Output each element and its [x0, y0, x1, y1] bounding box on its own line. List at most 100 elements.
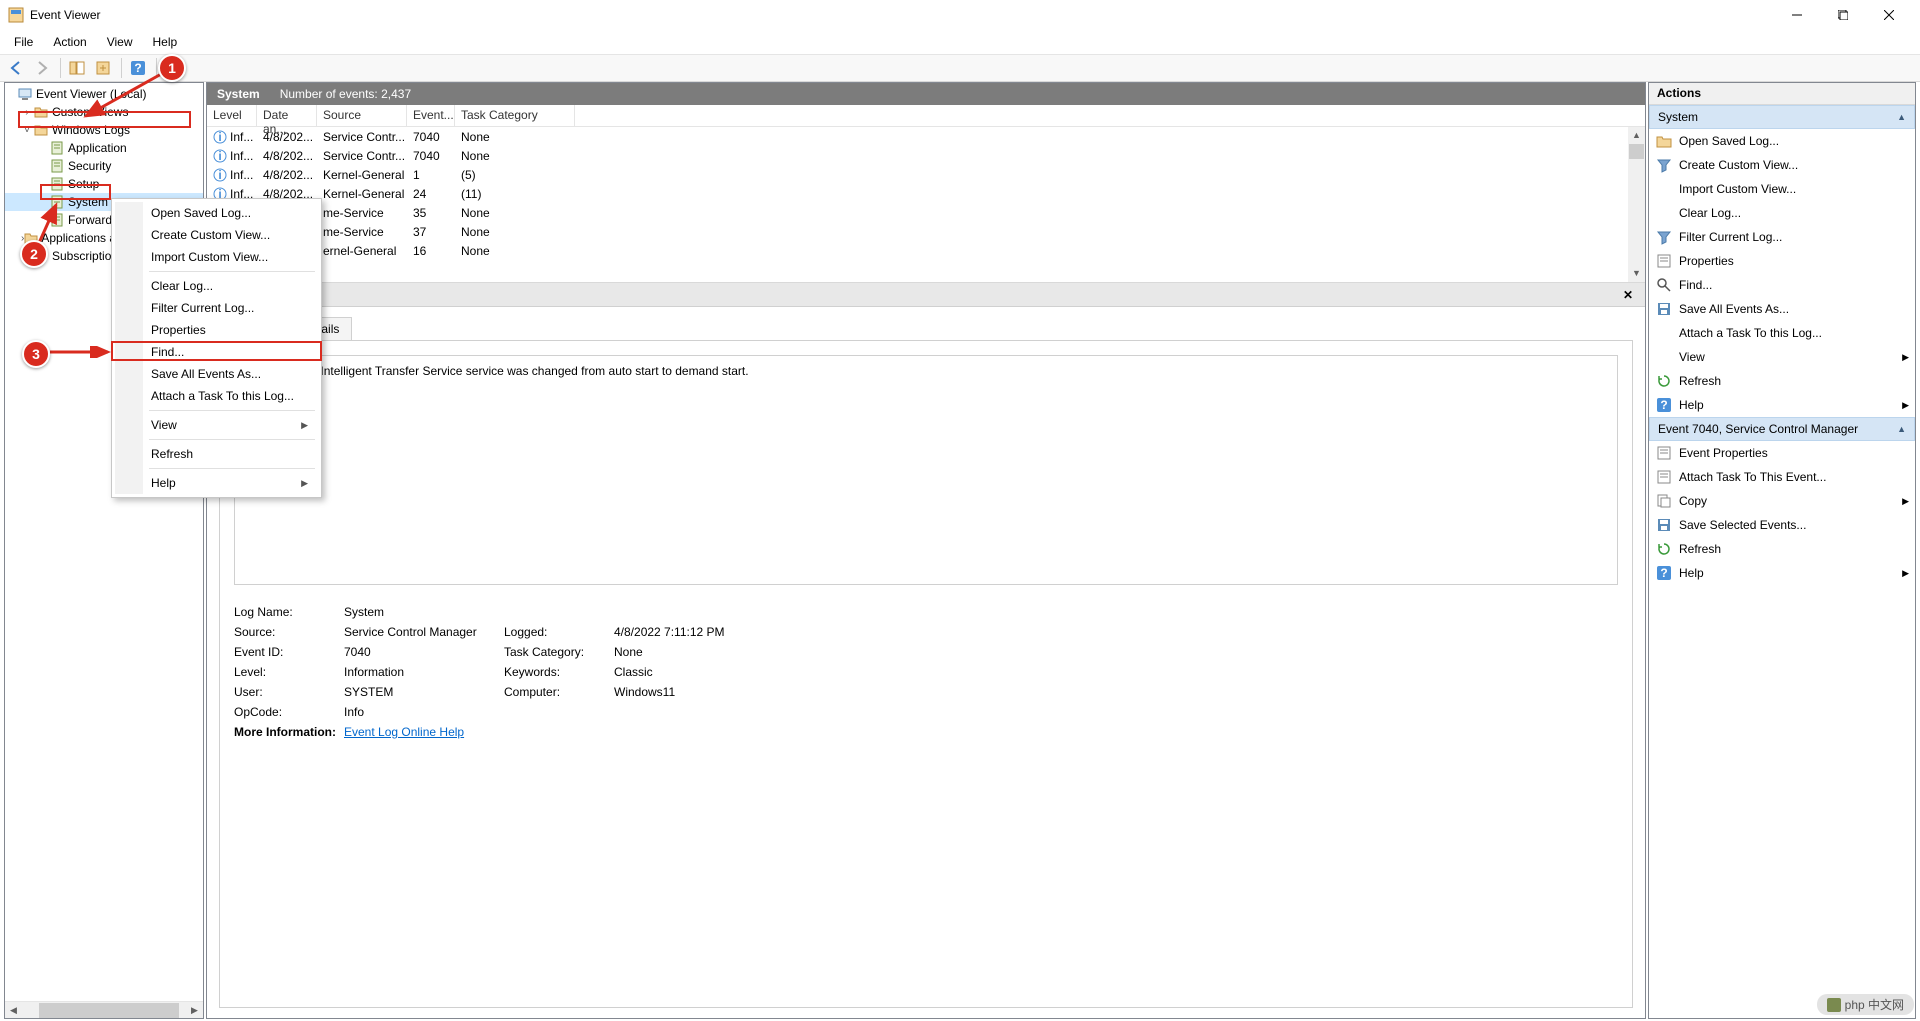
link-online-help[interactable]: Event Log Online Help	[344, 725, 464, 739]
blank-icon	[1655, 204, 1673, 222]
tree-node-icon	[49, 194, 65, 210]
menu-item-save-all-events-as[interactable]: Save All Events As...	[115, 363, 318, 385]
cell-source: Service Contr...	[317, 149, 407, 163]
action-label: Help	[1679, 566, 1704, 580]
action-label: Event Properties	[1679, 446, 1768, 460]
tree-label: Setup	[68, 177, 99, 191]
menu-item-filter-current-log[interactable]: Filter Current Log...	[115, 297, 318, 319]
forward-button[interactable]	[30, 56, 54, 80]
expand-icon[interactable]: ›	[21, 107, 33, 118]
action-help[interactable]: ?Help▶	[1649, 561, 1915, 585]
actions-section-system[interactable]: System ▲	[1649, 105, 1915, 129]
cell-date: 4/8/202...	[257, 130, 317, 144]
action-copy[interactable]: Copy▶	[1649, 489, 1915, 513]
menu-item-properties[interactable]: Properties	[115, 319, 318, 341]
export-button[interactable]	[91, 56, 115, 80]
tree-root[interactable]: Event Viewer (Local)	[5, 85, 203, 103]
event-row[interactable]: iInf...4/8/202...Service Contr...7040Non…	[207, 127, 1645, 146]
info-icon: i	[213, 149, 227, 163]
cell-event-id: 1	[407, 168, 455, 182]
tree-label: Windows Logs	[52, 123, 130, 137]
menu-action[interactable]: Action	[43, 32, 96, 52]
event-row[interactable]: iInf...4/8/202...me-Service37None	[207, 222, 1645, 241]
menu-item-refresh[interactable]: Refresh	[115, 443, 318, 465]
action-find[interactable]: Find...	[1649, 273, 1915, 297]
menu-label: Properties	[151, 323, 206, 337]
menu-item-import-custom-view[interactable]: Import Custom View...	[115, 246, 318, 268]
menu-item-create-custom-view[interactable]: Create Custom View...	[115, 224, 318, 246]
action-clear-log[interactable]: Clear Log...	[1649, 201, 1915, 225]
menu-view[interactable]: View	[97, 32, 143, 52]
svg-text:?: ?	[1660, 398, 1667, 412]
action-refresh[interactable]: Refresh	[1649, 369, 1915, 393]
action-attach-task-to-this-event[interactable]: Attach Task To This Event...	[1649, 465, 1915, 489]
vertical-scrollbar[interactable]: ▲▼	[1628, 127, 1645, 282]
action-import-custom-view[interactable]: Import Custom View...	[1649, 177, 1915, 201]
tree-item-custom-views[interactable]: ›Custom Views	[5, 103, 203, 121]
col-task[interactable]: Task Category	[455, 105, 575, 126]
value-event-id: 7040	[344, 645, 504, 659]
menu-item-view[interactable]: View▶	[115, 414, 318, 436]
menu-item-attach-a-task-to-this-log[interactable]: Attach a Task To this Log...	[115, 385, 318, 407]
close-button[interactable]	[1866, 0, 1912, 30]
value-keywords: Classic	[614, 665, 814, 679]
tree-item-setup[interactable]: Setup	[5, 175, 203, 193]
tree-item-security[interactable]: Security	[5, 157, 203, 175]
cell-source: Service Contr...	[317, 130, 407, 144]
cell-task: None	[455, 130, 575, 144]
label-level: Level:	[234, 665, 344, 679]
expand-icon[interactable]: ˅	[21, 125, 33, 136]
minimize-button[interactable]	[1774, 0, 1820, 30]
toolbar-separator	[156, 58, 157, 78]
event-row[interactable]: iInf...4/8/202...ernel-General16None	[207, 241, 1645, 260]
tree-node-icon	[49, 140, 65, 156]
menu-item-clear-log[interactable]: Clear Log...	[115, 275, 318, 297]
cell-task: (11)	[455, 187, 575, 201]
menu-help[interactable]: Help	[143, 32, 188, 52]
close-detail-button[interactable]: ✕	[1619, 288, 1637, 302]
action-create-custom-view[interactable]: Create Custom View...	[1649, 153, 1915, 177]
maximize-button[interactable]	[1820, 0, 1866, 30]
back-button[interactable]	[4, 56, 28, 80]
action-view[interactable]: View▶	[1649, 345, 1915, 369]
action-event-properties[interactable]: Event Properties	[1649, 441, 1915, 465]
log-name: System	[217, 87, 260, 101]
value-level: Information	[344, 665, 504, 679]
col-event[interactable]: Event...	[407, 105, 455, 126]
tree-item-application[interactable]: Application	[5, 139, 203, 157]
cell-task: None	[455, 225, 575, 239]
col-date[interactable]: Date an...	[257, 105, 317, 126]
help-button[interactable]: ?	[126, 56, 150, 80]
menu-label: Help	[151, 476, 176, 490]
action-refresh[interactable]: Refresh	[1649, 537, 1915, 561]
action-save-selected-events[interactable]: Save Selected Events...	[1649, 513, 1915, 537]
action-label: Copy	[1679, 494, 1707, 508]
event-row[interactable]: iInf...4/8/202...me-Service35None	[207, 203, 1645, 222]
menu-item-find[interactable]: Find...	[115, 341, 318, 363]
menu-item-open-saved-log[interactable]: Open Saved Log...	[115, 202, 318, 224]
action-save-all-events-as[interactable]: Save All Events As...	[1649, 297, 1915, 321]
event-row[interactable]: iInf...4/8/202...Kernel-General1(5)	[207, 165, 1645, 184]
menu-item-help[interactable]: Help▶	[115, 472, 318, 494]
chevron-up-icon: ▲	[1897, 112, 1906, 122]
action-help[interactable]: ?Help▶	[1649, 393, 1915, 417]
action-filter-current-log[interactable]: Filter Current Log...	[1649, 225, 1915, 249]
actions-section-event[interactable]: Event 7040, Service Control Manager ▲	[1649, 417, 1915, 441]
tree-node-icon	[49, 212, 65, 228]
event-row[interactable]: iInf...4/8/202...Service Contr...7040Non…	[207, 146, 1645, 165]
event-row[interactable]: iInf...4/8/202...Kernel-General24(11)	[207, 184, 1645, 203]
action-attach-a-task-to-this-log[interactable]: Attach a Task To this Log...	[1649, 321, 1915, 345]
tree-item-windows-logs[interactable]: ˅ Windows Logs	[5, 121, 203, 139]
menu-file[interactable]: File	[4, 32, 43, 52]
cell-event-id: 7040	[407, 130, 455, 144]
horizontal-scrollbar[interactable]: ◀▶	[5, 1001, 203, 1018]
col-source[interactable]: Source	[317, 105, 407, 126]
action-open-saved-log[interactable]: Open Saved Log...	[1649, 129, 1915, 153]
filter-icon	[1655, 156, 1673, 174]
col-level[interactable]: Level	[207, 105, 257, 126]
cell-task: None	[455, 244, 575, 258]
show-hide-tree-button[interactable]	[65, 56, 89, 80]
action-properties[interactable]: Properties	[1649, 249, 1915, 273]
grid-header[interactable]: Level Date an... Source Event... Task Ca…	[207, 105, 1645, 127]
watermark: php 中文网	[1817, 994, 1914, 1015]
